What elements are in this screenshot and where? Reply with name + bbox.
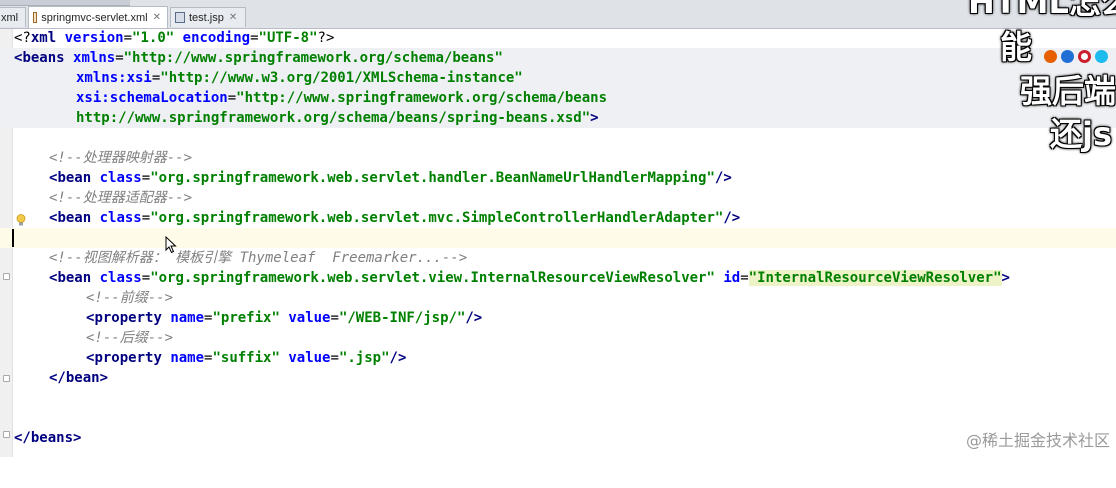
xml-file-icon [33,12,38,23]
tab-springmvc-servlet-xml[interactable]: springmvc-servlet.xml ✕ [28,6,168,28]
browser-preview-icons [1044,50,1108,63]
code-line-comment-mapping: <!--处理器映射器--> [49,150,193,166]
code-line-bean-mapping: <bean class="org.springframework.web.ser… [49,170,732,186]
overlay-caption-2: 能 [1000,28,1033,66]
code-line-beans-close: </beans> [14,430,82,446]
firefox-icon[interactable] [1044,50,1057,63]
tab-label: test.jsp [189,11,224,24]
tab-xml[interactable]: xml [0,7,26,27]
lightbulb-icon[interactable] [16,214,26,227]
code-line-5: http://www.springframework.org/schema/be… [0,108,1116,128]
safari-icon[interactable] [1061,50,1074,63]
editor-tab-bar: xml springmvc-servlet.xml ✕ test.jsp ✕ [0,0,1116,29]
code-line-bean-resolver: <bean class="org.springframework.web.ser… [49,270,1010,286]
code-line-3: xmlns:xsi="http://www.w3.org/2001/XMLSch… [0,68,1116,88]
opera-icon[interactable] [1078,50,1091,63]
code-line-bean-adapter: <bean class="org.springframework.web.ser… [49,210,741,226]
code-line-property-prefix: <property name="prefix" value="/WEB-INF/… [86,310,483,326]
overlay-caption-3: 强后端 [1020,72,1116,110]
close-icon[interactable]: ✕ [229,12,237,23]
code-line-1: <?xml version="1.0" encoding="UTF-8"?> [14,30,335,46]
overlay-caption-4: 还js [1050,115,1113,153]
watermark: @稀土掘金技术社区 [965,431,1110,450]
mouse-pointer-icon [165,236,177,254]
tab-test-jsp[interactable]: test.jsp ✕ [170,7,246,27]
code-line-comment-adapter: <!--处理器适配器--> [49,190,193,206]
ie-icon[interactable] [1095,50,1108,63]
code-line-2: <beans xmlns="http://www.springframework… [0,48,1116,68]
code-line-comment-suffix: <!--后缀--> [86,330,174,346]
tab-label: xml [1,11,19,24]
code-line-property-suffix: <property name="suffix" value=".jsp"/> [86,350,407,366]
code-line-comment-prefix: <!--前缀--> [86,290,174,306]
tab-label: springmvc-servlet.xml [41,11,148,24]
text-caret [12,229,14,247]
overlay-caption-1: HTML怎么 [968,0,1116,21]
code-line-4: xsi:schemaLocation="http://www.springfra… [0,88,1116,108]
close-icon[interactable]: ✕ [153,12,161,23]
jsp-file-icon [175,12,185,23]
code-line-bean-close: </bean> [49,370,109,386]
